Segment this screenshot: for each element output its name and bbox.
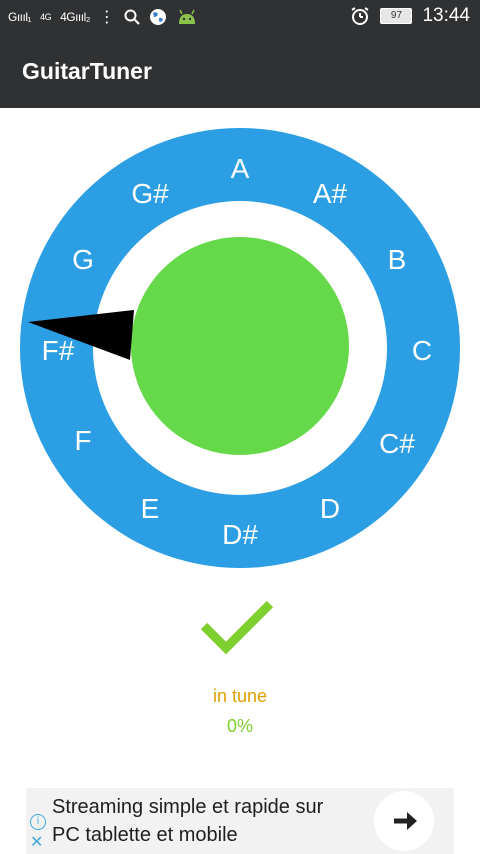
globe-icon <box>149 9 166 25</box>
search-icon <box>124 9 140 25</box>
ad-text: Streaming simple et rapide sur PC tablet… <box>52 793 382 849</box>
note-label-g: G <box>72 244 94 275</box>
battery-indicator: 97 <box>380 8 413 24</box>
alarm-icon <box>351 7 370 25</box>
note-label-a-sharp: A# <box>313 178 348 209</box>
signal-icon-2: 4Gıııl₂ <box>60 10 90 24</box>
ad-banner[interactable]: i ✕ Streaming simple et rapide sur PC ta… <box>26 788 454 854</box>
tuner-dial: A A# B C C# D D# E F F# G G# <box>20 128 460 568</box>
note-label-b: B <box>388 244 407 275</box>
checkmark-icon <box>200 600 274 655</box>
tune-percent: 0% <box>226 716 253 736</box>
arrow-right-icon <box>394 812 417 830</box>
status-bar-left: Gıııl₁ 4G 4Gıııl₂ ⋮ <box>8 7 198 27</box>
menu-dots-icon: ⋮ <box>98 9 115 26</box>
status-time: 13:44 <box>422 5 470 26</box>
note-label-f-sharp: F# <box>42 335 75 366</box>
status-bar-right: 97 13:44 <box>350 5 470 27</box>
note-label-a: A <box>231 153 250 184</box>
note-label-g-sharp: G# <box>131 178 169 209</box>
tune-status-label: in tune <box>212 686 268 706</box>
note-label-d-sharp: D# <box>222 519 258 550</box>
android-icon <box>178 9 195 24</box>
ad-close-icon[interactable]: ✕ <box>30 832 43 851</box>
ad-arrow-button[interactable] <box>374 791 434 851</box>
network-type: 4G <box>40 12 52 22</box>
app-title: GuitarTuner <box>22 58 152 84</box>
signal-icon: Gıııl₁ <box>8 10 32 24</box>
note-label-e: E <box>141 493 160 524</box>
ad-info-icon[interactable]: i <box>30 814 46 830</box>
note-label-d: D <box>320 493 340 524</box>
dial-center-indicator <box>131 237 349 455</box>
app-bar: GuitarTuner <box>0 34 480 108</box>
note-label-c-sharp: C# <box>379 428 415 459</box>
ad-text-line-1: Streaming simple et rapide sur <box>52 796 324 818</box>
note-label-f: F <box>74 425 91 456</box>
status-bar: Gıııl₁ 4G 4Gıııl₂ ⋮ 97 13:44 <box>0 0 480 34</box>
ad-text-line-2: PC tablette et mobile <box>52 824 238 846</box>
note-label-c: C <box>412 335 432 366</box>
